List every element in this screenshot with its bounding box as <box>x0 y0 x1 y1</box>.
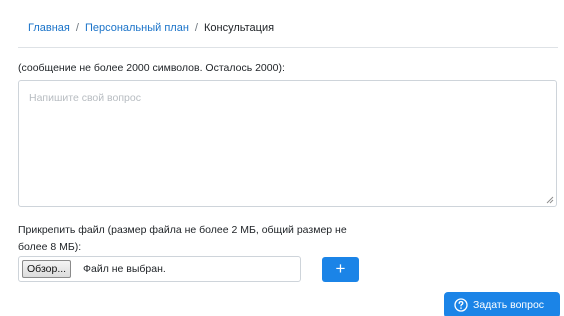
breadcrumb-current: Консультация <box>203 22 275 34</box>
plus-icon: + <box>335 259 346 278</box>
question-circle-icon <box>454 298 468 312</box>
file-input[interactable]: Обзор... Файл не выбран. <box>18 256 301 282</box>
attach-file-label: Прикрепить файл (размер файла не более 2… <box>18 224 347 253</box>
message-hint: (сообщение не более 2000 символов. Остал… <box>18 62 285 74</box>
resize-handle-icon[interactable] <box>545 195 554 204</box>
ask-question-button[interactable]: Задать вопрос <box>444 292 560 316</box>
breadcrumb: Главная / Персональный план / Консультация <box>28 22 274 34</box>
question-textarea[interactable]: Напишите свой вопрос <box>18 80 557 207</box>
browse-button[interactable]: Обзор... <box>22 260 72 278</box>
file-status: Файл не выбран. <box>83 263 166 275</box>
add-file-button[interactable]: + <box>322 257 359 282</box>
breadcrumb-separator: / <box>194 22 198 34</box>
question-placeholder: Напишите свой вопрос <box>29 92 141 104</box>
divider <box>18 47 558 48</box>
consultation-card: Главная / Персональный план / Консультация (… <box>0 0 564 316</box>
breadcrumb-link-personal-plan[interactable]: Персональный план <box>85 22 189 34</box>
breadcrumb-separator: / <box>75 22 79 34</box>
ask-question-label: Задать вопрос <box>473 299 545 311</box>
breadcrumb-link-home[interactable]: Главная <box>28 22 70 34</box>
